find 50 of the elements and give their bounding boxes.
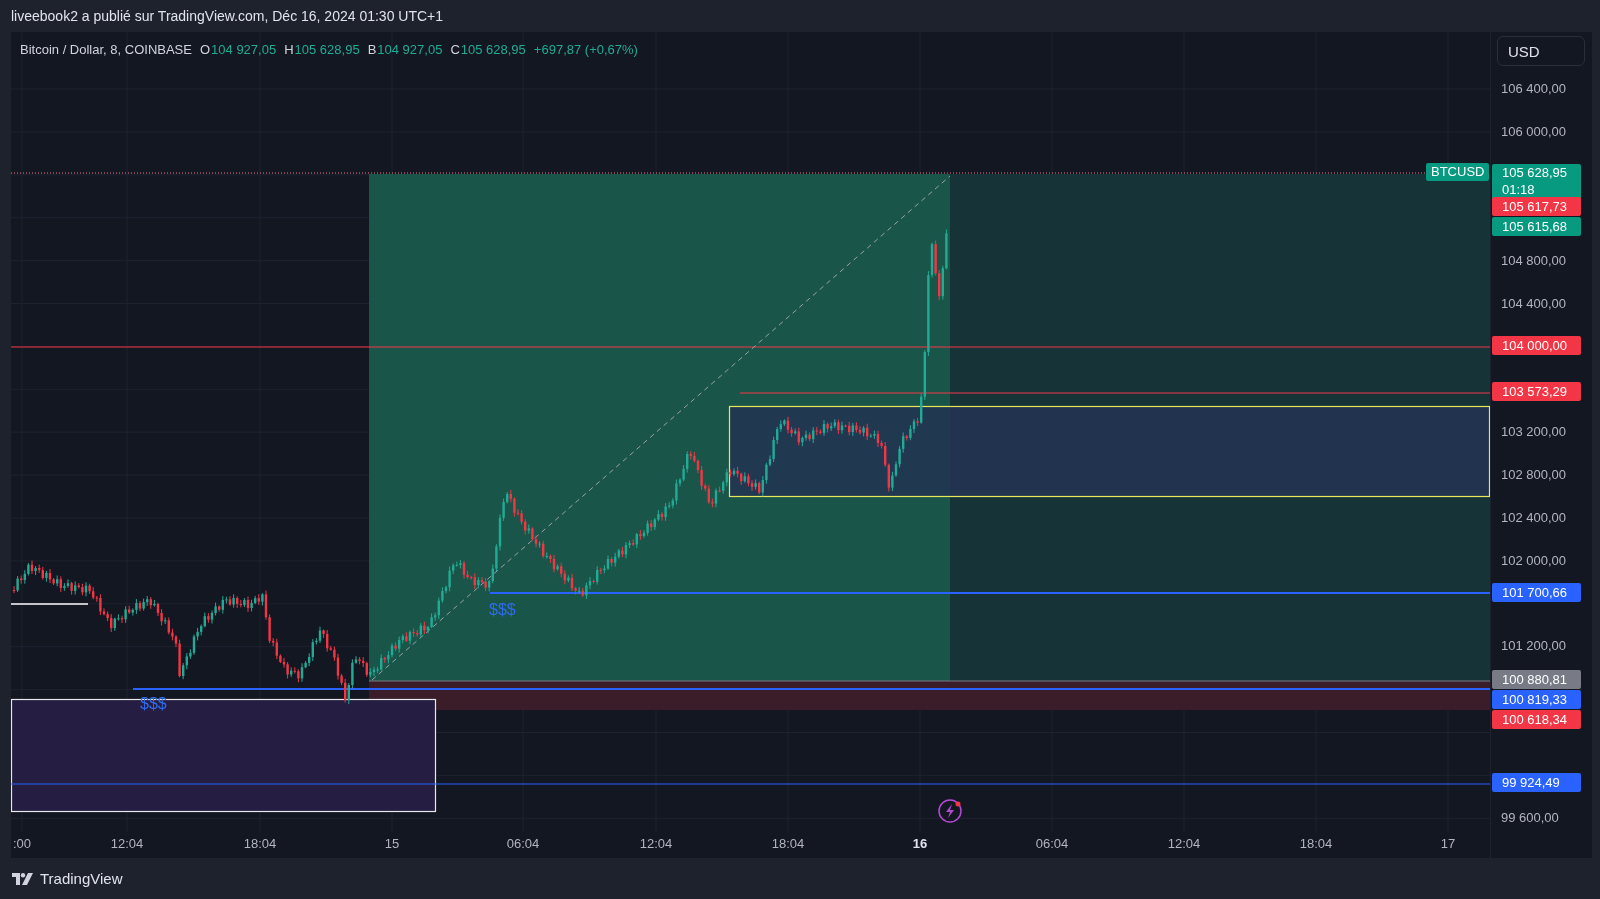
price-axis-label: 104 400,00 — [1501, 296, 1567, 311]
symbol-title: Bitcoin / Dollar, 8, COINBASE — [20, 42, 192, 57]
price-axis-label: 99 600,00 — [1501, 810, 1559, 825]
price-tag: 105 617,73 — [1492, 197, 1581, 216]
ohlc-label: O — [199, 42, 211, 57]
liquidity-label: $$$ — [140, 695, 167, 713]
price-tag: 101 700,66 — [1492, 583, 1581, 602]
price-tag: 105 628,95 01:18 — [1492, 164, 1581, 200]
time-axis-label: 12:04 — [638, 836, 674, 851]
time-axis-label: 15 — [383, 836, 401, 851]
ohlc-label: B — [367, 42, 377, 57]
price-axis-label: 106 400,00 — [1501, 81, 1567, 96]
liquidity-label: $$$ — [489, 601, 516, 619]
publish-info-text: liveebook2 a publié sur TradingView.com, Déc 16, 2024 01:30 UTC+1 — [11, 8, 444, 24]
price-axis-label: 102 000,00 — [1501, 553, 1567, 568]
time-axis-label: 12:04 — [1166, 836, 1202, 851]
ohlc-label: H — [284, 42, 294, 57]
price-tag: 100 618,34 — [1492, 710, 1581, 729]
time-axis-label: 16 — [911, 836, 929, 851]
time-axis-label: 06:04 — [505, 836, 541, 851]
time-axis-label: 18:04 — [1298, 836, 1334, 851]
price-tag: 100 880,81 — [1492, 670, 1581, 689]
time-axis-label: 06:04 — [1034, 836, 1070, 851]
price-tag: 104 000,00 — [1492, 336, 1581, 355]
price-axis-label: 103 200,00 — [1501, 424, 1567, 439]
time-axis-label: :00 — [11, 836, 33, 851]
price-axis-label: 101 200,00 — [1501, 638, 1567, 653]
logo-icon — [12, 872, 34, 885]
price-axis-label: 102 800,00 — [1501, 467, 1567, 482]
price-tag: 99 924,49 — [1492, 773, 1581, 792]
brand-name: TradingView — [40, 870, 123, 887]
lightning-icon[interactable] — [938, 799, 962, 823]
ohlc-value: 105 628,95 — [460, 42, 526, 57]
price-change: +697,87 (+0,67%) — [533, 42, 638, 57]
symbol-tag: BTCUSD — [1426, 163, 1490, 181]
time-axis-label: 18:04 — [770, 836, 806, 851]
price-axis-label: 106 000,00 — [1501, 124, 1567, 139]
price-tag: 103 573,29 — [1492, 382, 1581, 401]
currency-button[interactable]: USD — [1497, 36, 1585, 66]
time-axis-label: 17 — [1439, 836, 1457, 851]
price-axis-label: 102 400,00 — [1501, 510, 1567, 525]
ohlc-value: 104 927,05 — [377, 42, 443, 57]
ohlc-label: C — [450, 42, 460, 57]
price-tag: 100 819,33 — [1492, 690, 1581, 709]
ohlc-value: 105 628,95 — [294, 42, 360, 57]
time-axis-label: 12:04 — [109, 836, 145, 851]
price-tag: 105 615,68 — [1492, 217, 1581, 236]
time-axis-label: 18:04 — [242, 836, 278, 851]
price-axis-label: 104 800,00 — [1501, 253, 1567, 268]
ohlc-value: 104 927,05 — [211, 42, 277, 57]
